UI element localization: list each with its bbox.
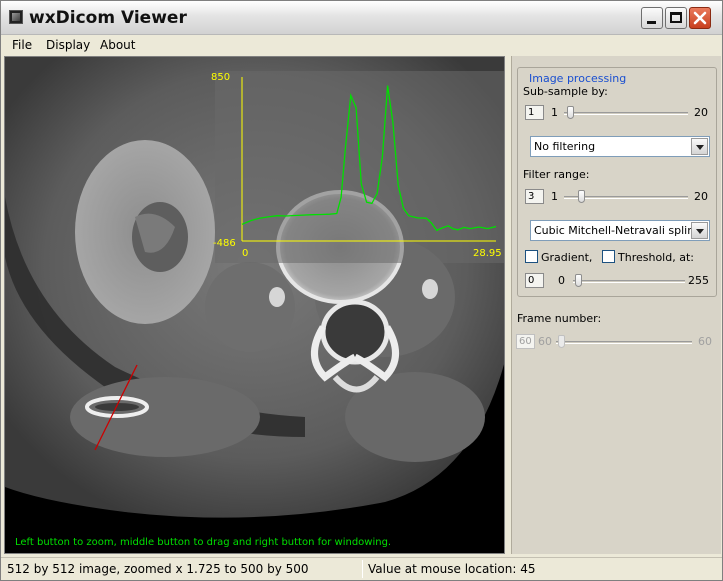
threshold-slider[interactable]	[573, 280, 685, 283]
plot-ymax-label: 850	[211, 72, 230, 83]
status-mouse-value: Value at mouse location: 45	[368, 562, 536, 576]
frame-number-min: 60	[538, 335, 552, 348]
app-icon[interactable]	[9, 10, 23, 24]
frame-number-value: 60	[516, 334, 535, 349]
minimize-icon	[647, 21, 656, 24]
plot-xmax-label: 28.95	[473, 248, 502, 259]
image-canvas[interactable]: 850 -486 0 28.95 Left button to zoom, mi…	[4, 56, 505, 554]
threshold-slider-thumb[interactable]	[575, 274, 582, 287]
interpolation-select[interactable]: Cubic Mitchell-Netravali spline	[530, 220, 710, 241]
threshold-min: 0	[558, 274, 565, 287]
ct-slice-image: 850 -486 0 28.95	[5, 57, 504, 553]
interpolation-select-value: Cubic Mitchell-Netravali spline	[534, 224, 701, 237]
subsample-value[interactable]: 1	[525, 105, 544, 120]
control-panel: Image processing Sub-sample by: 1 1 20 N…	[511, 56, 721, 554]
frame-number-slider	[556, 341, 692, 344]
minimize-button[interactable]	[641, 7, 663, 29]
menu-file[interactable]: File	[12, 38, 32, 52]
filter-select-value: No filtering	[534, 140, 596, 153]
threshold-value[interactable]: 0	[525, 273, 544, 288]
title-bar[interactable]: wxDicom Viewer	[1, 1, 722, 35]
subsample-slider-thumb[interactable]	[567, 106, 574, 119]
threshold-checkbox[interactable]	[602, 250, 615, 263]
window-title: wxDicom Viewer	[29, 8, 187, 28]
plot-ymin-label: -486	[213, 238, 236, 249]
filter-range-max: 20	[694, 190, 708, 203]
status-image-info: 512 by 512 image, zoomed x 1.725 to 500 …	[7, 562, 309, 576]
frame-number-max: 60	[698, 335, 712, 348]
gradient-checkbox[interactable]	[525, 250, 538, 263]
gradient-label: Gradient,	[541, 251, 593, 264]
filter-range-label: Filter range:	[523, 168, 590, 181]
filter-select[interactable]: No filtering	[530, 136, 710, 157]
menu-display[interactable]: Display	[46, 38, 90, 52]
chevron-down-icon[interactable]	[691, 222, 708, 239]
subsample-slider[interactable]	[564, 112, 688, 115]
menu-bar: File Display About	[1, 35, 722, 55]
frame-number-label: Frame number:	[517, 312, 602, 325]
threshold-label: Threshold, at:	[618, 251, 694, 264]
filter-range-value[interactable]: 3	[525, 189, 544, 204]
subsample-min: 1	[551, 106, 558, 119]
app-window: wxDicom Viewer File Display About 850 -4…	[0, 0, 723, 581]
chevron-down-icon[interactable]	[691, 138, 708, 155]
image-processing-group: Image processing Sub-sample by: 1 1 20 N…	[517, 67, 717, 297]
maximize-icon	[670, 12, 682, 23]
usage-hint: Left button to zoom, middle button to dr…	[15, 537, 392, 548]
status-divider	[362, 560, 363, 578]
group-title: Image processing	[526, 72, 630, 85]
filter-range-min: 1	[551, 190, 558, 203]
status-bar: 512 by 512 image, zoomed x 1.725 to 500 …	[1, 557, 722, 580]
close-icon	[693, 11, 707, 25]
subsample-max: 20	[694, 106, 708, 119]
maximize-button[interactable]	[665, 7, 687, 29]
menu-about[interactable]: About	[100, 38, 135, 52]
plot-xmin-label: 0	[242, 248, 248, 259]
subsample-label: Sub-sample by:	[523, 85, 608, 98]
filter-range-slider-thumb[interactable]	[578, 190, 585, 203]
threshold-max: 255	[688, 274, 709, 287]
close-button[interactable]	[689, 7, 711, 29]
frame-number-slider-thumb	[558, 335, 565, 348]
